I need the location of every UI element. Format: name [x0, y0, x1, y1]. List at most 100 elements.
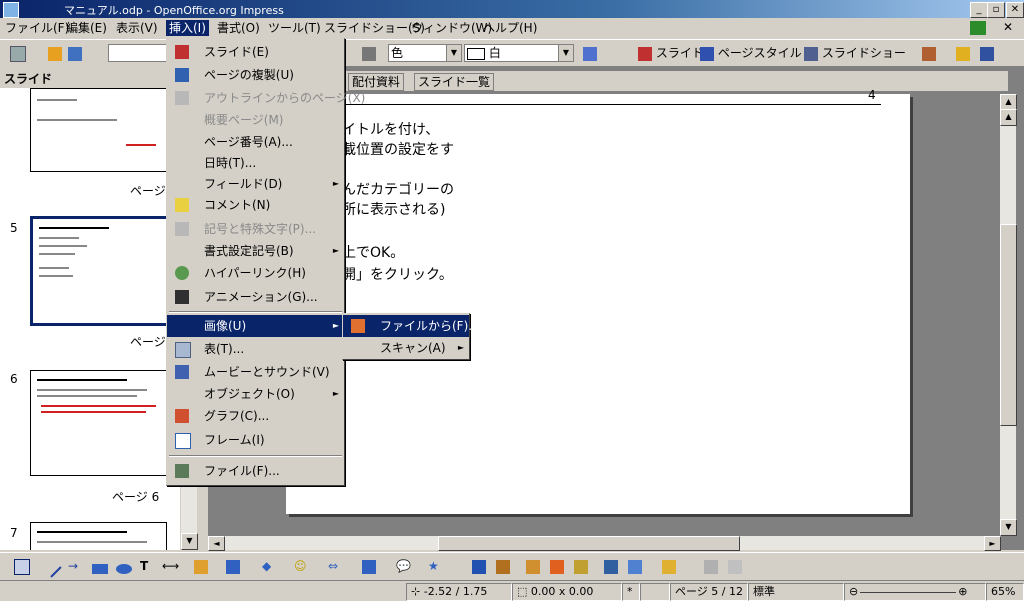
symbol-shapes-icon[interactable]: ☺	[294, 557, 307, 575]
menu-item-chart[interactable]: グラフ(C)...	[167, 405, 344, 427]
menu-file[interactable]: ファイル(F)	[2, 20, 72, 36]
rectangle-tool-icon[interactable]	[92, 563, 108, 574]
page-style-icon	[700, 46, 714, 61]
menu-item-movie-sound[interactable]: ムービーとサウンド(V)	[167, 361, 344, 383]
slide-thumbnail-5[interactable]	[30, 216, 171, 326]
toggle-toolbar-icon[interactable]	[10, 45, 26, 62]
text-tool-icon[interactable]: T	[140, 557, 148, 575]
menu-format[interactable]: 書式(O)	[214, 20, 263, 36]
tab-slide-sorter[interactable]: スライド一覧	[414, 73, 495, 91]
menu-tools[interactable]: ツール(T)	[265, 20, 324, 36]
fill-type-value: 色	[391, 46, 404, 60]
menu-item-fields[interactable]: フィールド(D) ►	[167, 173, 344, 195]
animation-icon	[175, 290, 189, 304]
glue-points-icon[interactable]	[496, 559, 510, 574]
fontwork-icon[interactable]	[526, 559, 540, 574]
stars-icon[interactable]: ★	[428, 557, 439, 575]
block-arrows-icon[interactable]: ⇔	[328, 557, 338, 575]
menu-item-expand-slide[interactable]: アウトラインからのページ(X)	[167, 87, 365, 109]
arrow-style-icon[interactable]	[68, 46, 82, 61]
menu-item-scan[interactable]: スキャン(A) ►	[343, 337, 469, 359]
menu-item-file[interactable]: ファイル(F)...	[167, 460, 344, 482]
flowchart-icon[interactable]	[362, 559, 376, 574]
insert-image-icon[interactable]	[550, 559, 564, 574]
select-arrow-icon[interactable]	[14, 558, 30, 575]
fill-type-combo[interactable]: 色 ▼	[388, 44, 462, 62]
slide-button[interactable]: スライド	[638, 44, 704, 62]
fit-text-icon[interactable]: ⟷	[162, 557, 179, 575]
size-icon: ⬚	[517, 585, 531, 598]
minimize-button[interactable]: _	[970, 2, 988, 18]
zoom-in-icon[interactable]: ⊕	[958, 585, 967, 598]
menu-item-hyperlink[interactable]: ハイパーリンク(H)	[167, 262, 344, 284]
menu-item-comment[interactable]: コメント(N)	[167, 194, 344, 216]
save-icon[interactable]	[980, 46, 994, 61]
scroll-thumb[interactable]	[1000, 224, 1017, 426]
editor-vertical-scrollbar[interactable]: ▲ ▲ ▼	[1000, 94, 1017, 536]
line-style-combo[interactable]	[108, 44, 168, 62]
open-folder-icon[interactable]	[956, 46, 970, 61]
points-icon[interactable]	[472, 559, 486, 574]
close-document-icon[interactable]: ✕	[1003, 20, 1013, 34]
fill-color-combo[interactable]: 白 ▼	[464, 44, 574, 62]
effects-icon[interactable]	[728, 559, 742, 574]
shadow-icon[interactable]	[583, 46, 597, 61]
menu-insert[interactable]: 挿入(I)	[166, 20, 209, 36]
line-tool-icon[interactable]	[40, 555, 62, 578]
close-button[interactable]: ✕	[1006, 2, 1024, 18]
slideshow-button[interactable]: スライドショー	[804, 44, 906, 62]
styles-icon[interactable]	[922, 46, 936, 61]
menu-item-date-time[interactable]: 日時(T)...	[167, 152, 344, 174]
rotate-icon[interactable]	[604, 559, 618, 574]
menu-item-formatting-mark[interactable]: 書式設定記号(B) ►	[167, 240, 344, 262]
frame-icon	[175, 433, 191, 449]
download-icon[interactable]	[970, 21, 986, 35]
menu-item-object[interactable]: オブジェクト(O) ►	[167, 383, 344, 405]
callouts-icon[interactable]: 💬	[396, 557, 411, 575]
menu-item-table[interactable]: 表(T)...	[167, 338, 344, 360]
signature-field[interactable]	[640, 583, 670, 601]
line-style-icon[interactable]	[48, 46, 62, 61]
menu-item-summary-slide[interactable]: 概要ページ(M)	[167, 109, 344, 131]
menu-item-duplicate-slide[interactable]: ページの複製(U)	[167, 64, 344, 86]
drawing-toolbar: → T ⟷ ◆ ☺ ⇔ 💬 ★	[0, 552, 1024, 580]
menu-item-special-character[interactable]: 記号と特殊文字(P)...	[167, 218, 344, 240]
editor-horizontal-scrollbar[interactable]: ◄ ►	[208, 536, 1001, 551]
alignment-icon[interactable]	[628, 559, 642, 574]
menu-item-slide[interactable]: スライド(E)	[167, 41, 344, 63]
zoom-out-icon[interactable]: ⊖	[849, 585, 858, 598]
ellipse-tool-icon[interactable]	[116, 563, 132, 574]
basic-shapes-icon[interactable]: ◆	[262, 557, 271, 575]
menu-edit[interactable]: 編集(E)	[63, 20, 110, 36]
zoom-level[interactable]: 65%	[986, 583, 1024, 601]
menu-item-animation[interactable]: アニメーション(G)...	[167, 286, 344, 308]
gallery-icon[interactable]	[574, 559, 588, 574]
scroll-thumb[interactable]	[438, 536, 740, 551]
curve-tool-icon[interactable]	[194, 559, 208, 574]
menu-item-frame[interactable]: フレーム(I)	[167, 429, 344, 451]
menu-help[interactable]: ヘルプ(H)	[480, 20, 540, 36]
fill-bucket-icon[interactable]	[362, 46, 376, 61]
slide-canvas[interactable]: 4 イトルを付け、 載位置の設定をす んだカテゴリーの 所に表示される) 上でO…	[286, 88, 910, 514]
slide-thumbnail-4[interactable]	[30, 88, 167, 172]
scroll-up-button[interactable]: ▲	[1000, 109, 1017, 126]
zoom-slider[interactable]: ⊖ ⊕	[844, 583, 986, 601]
slide-thumbnail-6[interactable]	[30, 370, 167, 476]
scroll-down-button[interactable]: ▼	[181, 533, 198, 550]
scroll-down-button[interactable]: ▼	[1000, 519, 1017, 536]
scroll-left-button[interactable]: ◄	[208, 536, 225, 551]
menu-item-picture[interactable]: 画像(U) ►	[167, 315, 344, 337]
arrow-line-icon[interactable]: →	[68, 557, 78, 575]
menu-view[interactable]: 表示(V)	[113, 20, 161, 36]
menu-item-page-number[interactable]: ページ番号(A)...	[167, 131, 344, 153]
menu-item-from-file[interactable]: ファイルから(F)...	[343, 315, 480, 337]
thumb-caption-5: ページ	[130, 335, 166, 349]
connector-tool-icon[interactable]	[226, 559, 240, 574]
maximize-button[interactable]: ▫	[987, 2, 1005, 18]
arrange-icon[interactable]	[662, 559, 676, 574]
extrusion-icon[interactable]	[704, 559, 718, 574]
page-style-button[interactable]: ページスタイル	[700, 44, 802, 62]
color-swatch	[467, 47, 485, 60]
slide-thumbnail-7[interactable]	[30, 522, 167, 550]
scroll-right-button[interactable]: ►	[984, 536, 1001, 551]
